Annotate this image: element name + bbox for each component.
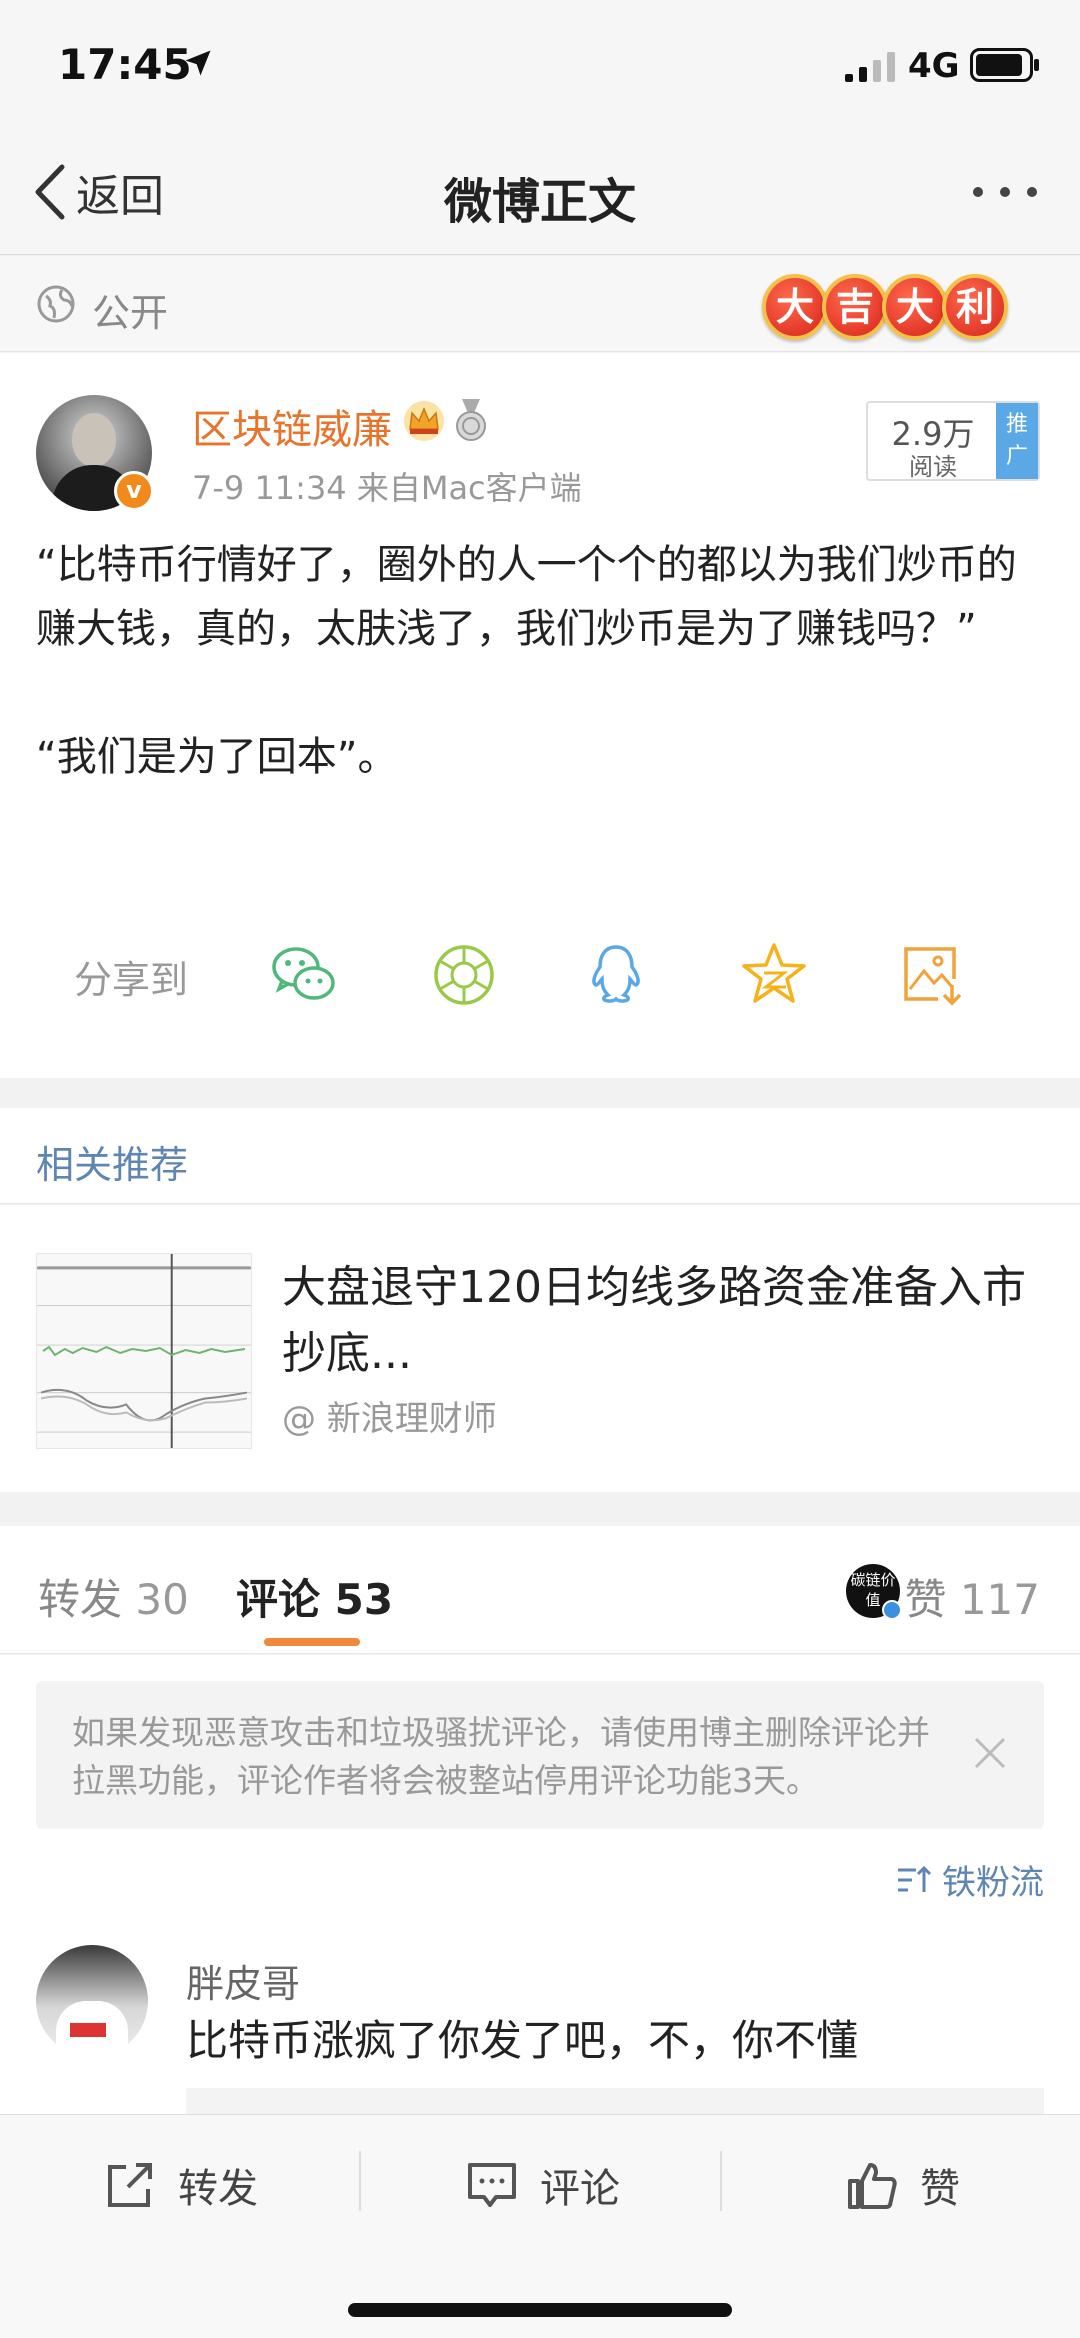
- commenter-avatar[interactable]: [36, 1945, 148, 2057]
- share-out-icon: [108, 2163, 152, 2207]
- comment-label: 评论: [540, 2166, 620, 2212]
- fortune-decoration[interactable]: 大 吉 大 利: [762, 274, 1008, 344]
- related-heading: 相关推荐: [36, 1143, 189, 1187]
- share-label: 分享到: [74, 958, 189, 1002]
- qq-icon[interactable]: [580, 939, 652, 1011]
- fortune-char: 吉: [822, 274, 888, 340]
- home-indicator[interactable]: [348, 2303, 732, 2317]
- article-thumbnail: [36, 1253, 252, 1449]
- repost-label: 转发: [178, 2166, 258, 2212]
- read-count-label: 阅读: [909, 453, 957, 481]
- comment-icon: [468, 2163, 516, 2207]
- network-type: 4G: [908, 46, 960, 86]
- comment-button[interactable]: 评论: [466, 2153, 620, 2217]
- related-header: 相关推荐: [0, 1108, 1080, 1204]
- article-title: 大盘退守120日均线多路资金准备入市抄底...: [282, 1262, 1026, 1379]
- location-arrow-icon: [185, 50, 211, 76]
- tab-reposts-count: 30: [135, 1575, 189, 1624]
- status-bar: 17:45 4G: [0, 0, 1080, 130]
- active-tab-indicator: [264, 1638, 360, 1646]
- wechat-icon[interactable]: [268, 939, 340, 1011]
- visibility-row: 公开 大 吉 大 利: [0, 256, 1080, 352]
- related-article[interactable]: 大盘退守120日均线多路资金准备入市抄底... @ 新浪理财师: [0, 1205, 1080, 1492]
- author-name[interactable]: 区块链威廉: [192, 397, 392, 455]
- post-meta: 7-9 11:34 来自Mac客户端: [192, 469, 582, 507]
- more-options-icon[interactable]: [970, 180, 1040, 204]
- interaction-tabs: 转发 30 评论 53 碳链价值 赞 117: [0, 1526, 1080, 1654]
- tab-comments-count: 53: [334, 1575, 394, 1624]
- like-button[interactable]: 赞: [846, 2153, 960, 2217]
- like-label: 赞: [920, 2166, 960, 2212]
- save-image-icon[interactable]: [896, 939, 968, 1011]
- tab-likes-label: 赞: [904, 1575, 947, 1624]
- tab-comments[interactable]: 评论 53: [236, 1566, 393, 1627]
- post-card: v 区块链威廉 7-9 11:34 来自Mac客户端 2.9万 阅读 推广 “比…: [0, 353, 1080, 1078]
- comment-sort-button[interactable]: 铁粉流: [896, 1855, 1044, 1904]
- comment-text: 比特币涨疯了你发了吧，不，你不懂: [186, 2016, 859, 2065]
- visibility-label: 公开: [92, 291, 169, 335]
- globe-icon: [37, 285, 75, 323]
- sort-icon: [898, 1865, 932, 1892]
- tab-reposts[interactable]: 转发 30: [38, 1566, 189, 1627]
- post-body: “比特币行情好了，圈外的人一个个的都以为我们炒币的赚大钱，真的，太肤浅了，我们炒…: [36, 542, 1017, 780]
- signal-strength-icon: [845, 52, 895, 82]
- page-title: 微博正文: [443, 174, 636, 230]
- tab-comments-label: 评论: [236, 1575, 321, 1624]
- article-source: @ 新浪理财师: [282, 1399, 497, 1439]
- read-count-badge[interactable]: 2.9万 阅读 推广: [866, 401, 1040, 481]
- comment-notice: 如果发现恶意攻击和垃圾骚扰评论，请使用博主删除评论并拉黑功能，评论作者将会被整站…: [36, 1681, 1044, 1829]
- fortune-char: 利: [942, 274, 1008, 340]
- close-icon[interactable]: [970, 1733, 1010, 1773]
- notice-text: 如果发现恶意攻击和垃圾骚扰评论，请使用博主删除评论并拉黑功能，评论作者将会被整站…: [72, 1713, 930, 1800]
- share-row: 分享到: [0, 923, 1080, 1023]
- sort-label: 铁粉流: [942, 1863, 1044, 1903]
- battery-icon: [970, 48, 1039, 82]
- commenter-name[interactable]: 胖皮哥: [186, 1953, 300, 2008]
- divider: [720, 2151, 722, 2211]
- fortune-char: 大: [882, 274, 948, 340]
- promote-button[interactable]: 推广: [996, 403, 1038, 479]
- crown-icon[interactable]: [402, 399, 446, 443]
- verified-dot-icon: [882, 1600, 902, 1620]
- qzone-icon[interactable]: [738, 939, 810, 1011]
- moments-icon[interactable]: [428, 939, 500, 1011]
- medal-icon[interactable]: [452, 399, 490, 443]
- tab-likes[interactable]: 赞 117: [904, 1566, 1040, 1627]
- status-time: 17:45: [58, 40, 192, 89]
- tab-reposts-label: 转发: [38, 1575, 123, 1624]
- comments-section: 如果发现恶意攻击和垃圾骚扰评论，请使用博主删除评论并拉黑功能，评论作者将会被整站…: [0, 1655, 1080, 2128]
- fortune-char: 大: [762, 274, 828, 340]
- verified-badge-icon: v: [114, 471, 154, 511]
- liker-avatar[interactable]: 碳链价值: [846, 1564, 902, 1620]
- divider: [359, 2151, 361, 2211]
- bottom-action-bar: 转发 评论 赞: [0, 2114, 1080, 2338]
- tab-likes-count: 117: [959, 1575, 1040, 1624]
- navigation-bar: 返回 微博正文: [0, 130, 1080, 255]
- repost-button[interactable]: 转发: [104, 2153, 258, 2217]
- thumbs-up-icon: [848, 2163, 897, 2209]
